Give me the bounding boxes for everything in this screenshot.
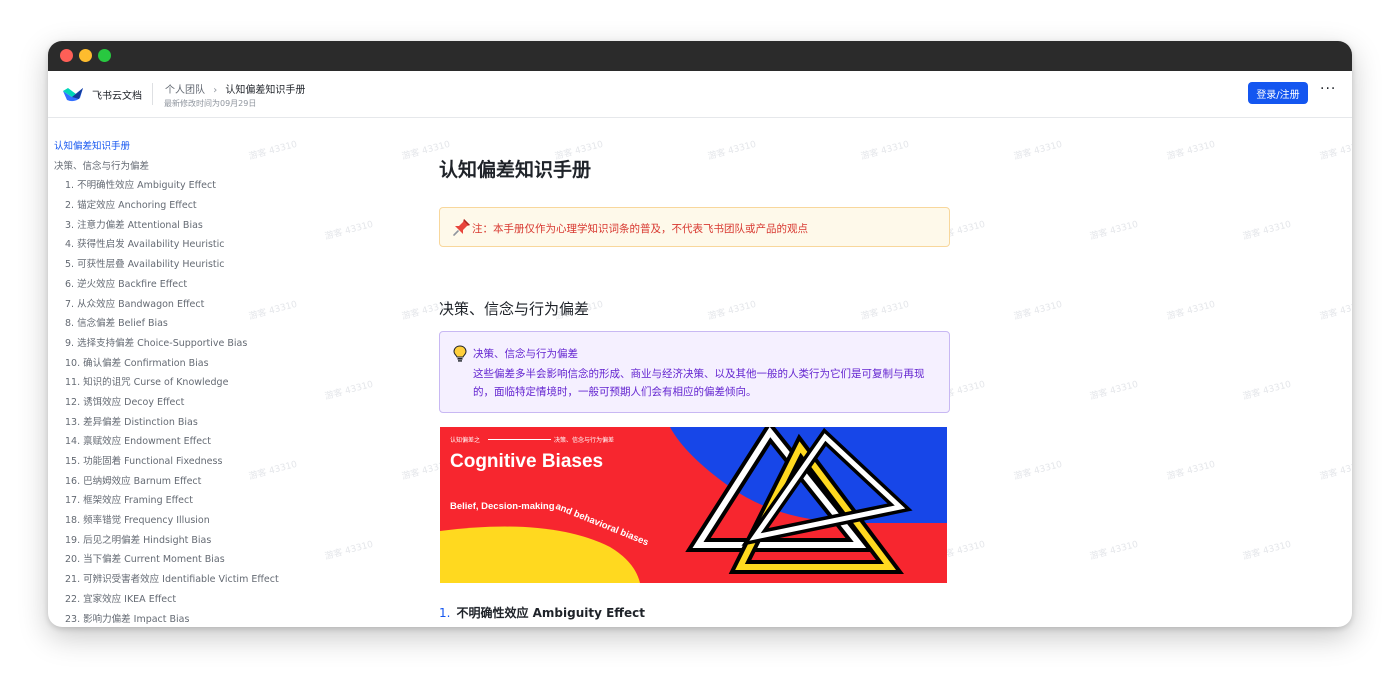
first-entry-heading: 1. 不明确性效应 Ambiguity Effect xyxy=(439,604,645,621)
breadcrumb-current: 认知偏差知识手册 xyxy=(225,85,306,96)
watermark-text: 游客 43310 xyxy=(1241,379,1293,403)
doc-body: 游客 43310 游客 43310 游客 43310 游客 43310 游客 43310… xyxy=(48,117,1352,627)
watermark-text: 游客 43310 xyxy=(1318,459,1352,483)
toc-item[interactable]: 18. 频率错觉 Frequency Illusion xyxy=(54,511,354,531)
toc-item[interactable]: 8. 信念偏差 Belief Bias xyxy=(54,314,354,334)
cognitive-biases-banner-image: 认知偏差之 决策、信念与行为偏差 Cognitive Biases Belief… xyxy=(440,427,947,583)
toc-item[interactable]: 1. 不明确性效应 Ambiguity Effect xyxy=(54,176,354,196)
toc-item[interactable]: 14. 禀赋效应 Endowment Effect xyxy=(54,432,354,452)
info-callout: 决策、信念与行为偏差 这些偏差多半会影响信念的形成、商业与经济决策、以及其他一般… xyxy=(439,331,950,413)
toc-item[interactable]: 15. 功能固着 Functional Fixedness xyxy=(54,452,354,472)
note-callout: 注：本手册仅作为心理学知识词条的普及，不代表飞书团队或产品的观点 xyxy=(439,207,950,247)
header-divider xyxy=(152,83,153,105)
entry-number: 1. xyxy=(439,606,451,620)
banner-title: Cognitive Biases xyxy=(450,451,604,472)
watermark-text: 游客 43310 xyxy=(1012,459,1064,483)
minimize-window-button[interactable] xyxy=(79,49,92,62)
login-button[interactable]: 登录/注册 xyxy=(1248,82,1308,104)
callout-body: 这些偏差多半会影响信念的形成、商业与经济决策、以及其他一般的人类行为它们是可复制… xyxy=(473,368,925,398)
banner-top-right: 决策、信念与行为偏差 xyxy=(554,437,615,444)
feishu-logo-icon[interactable] xyxy=(62,85,84,103)
toc-item[interactable]: 17. 框架效应 Framing Effect xyxy=(54,491,354,511)
last-modified-text: 最新修改时间为09月29日 xyxy=(164,99,257,108)
maximize-window-button[interactable] xyxy=(98,49,111,62)
toc-item[interactable]: 19. 后见之明偏差 Hindsight Bias xyxy=(54,531,354,551)
watermark-text: 游客 43310 xyxy=(859,299,911,323)
toc-item[interactable]: 23. 影响力偏差 Impact Bias xyxy=(54,610,354,628)
lightbulb-icon xyxy=(453,345,467,362)
toc-item[interactable]: 2. 锚定效应 Anchoring Effect xyxy=(54,196,354,216)
watermark-text: 游客 43310 xyxy=(1241,219,1293,243)
breadcrumb-parent[interactable]: 个人团队 xyxy=(165,85,205,96)
toc-item[interactable]: 6. 逆火效应 Backfire Effect xyxy=(54,275,354,295)
watermark-text: 游客 43310 xyxy=(1088,539,1140,563)
toc-item[interactable]: 13. 差异偏差 Distinction Bias xyxy=(54,413,354,433)
watermark-text: 游客 43310 xyxy=(1012,139,1064,163)
watermark-text: 游客 43310 xyxy=(1165,299,1217,323)
watermark-text: 游客 43310 xyxy=(1241,539,1293,563)
watermark-text: 游客 43310 xyxy=(1165,459,1217,483)
toc-item[interactable]: 11. 知识的诅咒 Curse of Knowledge xyxy=(54,373,354,393)
toc-item[interactable]: 7. 从众效应 Bandwagon Effect xyxy=(54,295,354,315)
window-titlebar xyxy=(48,41,1352,71)
banner-subtitle: Belief, Decsion-makingand behavioral bia… xyxy=(450,501,657,548)
toc-item[interactable]: 认知偏差知识手册 xyxy=(54,137,354,157)
close-window-button[interactable] xyxy=(60,49,73,62)
banner-top-left: 认知偏差之 xyxy=(450,437,481,444)
watermark-text: 游客 43310 xyxy=(1012,299,1064,323)
toc-item[interactable]: 22. 宜家效应 IKEA Effect xyxy=(54,590,354,610)
toc-item[interactable]: 3. 注意力偏差 Attentional Bias xyxy=(54,216,354,236)
watermark-text: 游客 43310 xyxy=(859,139,911,163)
toc-item[interactable]: 16. 巴纳姆效应 Barnum Effect xyxy=(54,472,354,492)
watermark-text: 游客 43310 xyxy=(1318,139,1352,163)
watermark-text: 游客 43310 xyxy=(706,139,758,163)
watermark-text: 游客 43310 xyxy=(706,299,758,323)
toc-item[interactable]: 5. 可获性层叠 Availability Heuristic xyxy=(54,255,354,275)
watermark-text: 游客 43310 xyxy=(1088,219,1140,243)
toc-item[interactable]: 9. 选择支持偏差 Choice-Supportive Bias xyxy=(54,334,354,354)
toc-item[interactable]: 决策、信念与行为偏差 xyxy=(54,157,354,177)
section-heading: 决策、信念与行为偏差 xyxy=(439,300,590,318)
toc-item[interactable]: 12. 诱饵效应 Decoy Effect xyxy=(54,393,354,413)
app-name[interactable]: 飞书云文档 xyxy=(92,87,142,102)
note-text: 注：本手册仅作为心理学知识词条的普及，不代表飞书团队或产品的观点 xyxy=(472,223,808,235)
table-of-contents: 认知偏差知识手册 决策、信念与行为偏差 1. 不明确性效应 Ambiguity Ef… xyxy=(54,137,354,627)
banner-subtitle-line: Belief, Decsion-making xyxy=(450,501,555,512)
more-options-icon[interactable]: ··· xyxy=(1320,81,1336,97)
watermark-text: 游客 43310 xyxy=(1318,299,1352,323)
watermark-text: 游客 43310 xyxy=(1165,139,1217,163)
breadcrumb: 个人团队 › 认知偏差知识手册 xyxy=(165,81,305,96)
chevron-right-icon: › xyxy=(213,85,218,96)
toc-item[interactable]: 21. 可辨识受害者效应 Identifiable Victim Effect xyxy=(54,570,354,590)
entry-title: 不明确性效应 Ambiguity Effect xyxy=(456,606,646,620)
pushpin-icon xyxy=(453,219,470,236)
callout-title: 决策、信念与行为偏差 xyxy=(473,348,578,360)
doc-title: 认知偏差知识手册 xyxy=(439,159,592,181)
watermark-text: 游客 43310 xyxy=(1088,379,1140,403)
toc-item[interactable]: 10. 确认偏差 Confirmation Bias xyxy=(54,354,354,374)
browser-window: 飞书云文档 个人团队 › 认知偏差知识手册 最新修改时间为09月29日 登录/注… xyxy=(48,41,1352,627)
toc-item[interactable]: 20. 当下偏差 Current Moment Bias xyxy=(54,550,354,570)
banner-rule xyxy=(488,439,551,440)
toc-item[interactable]: 4. 获得性启发 Availability Heuristic xyxy=(54,235,354,255)
doc-header: 飞书云文档 个人团队 › 认知偏差知识手册 最新修改时间为09月29日 登录/注… xyxy=(48,71,1352,118)
